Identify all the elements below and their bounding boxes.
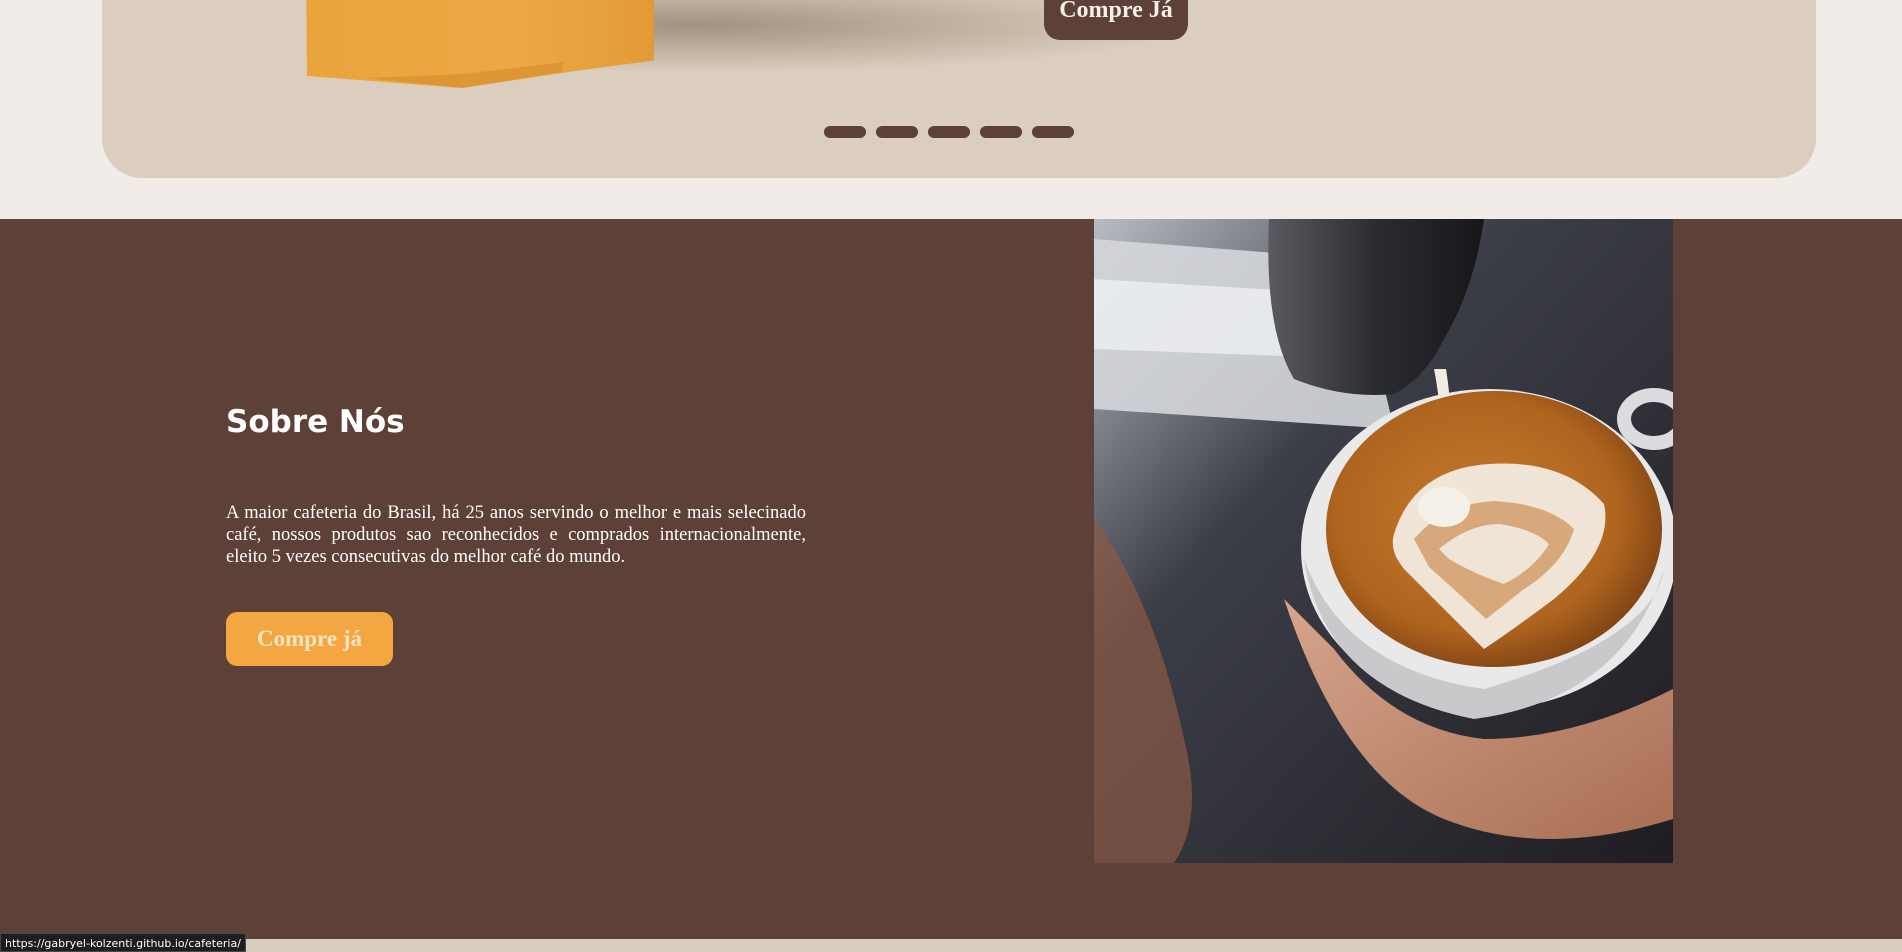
footer-strip bbox=[0, 939, 1902, 952]
about-title: Sobre Nós bbox=[226, 404, 405, 440]
hero-carousel: Compre Já bbox=[102, 0, 1816, 178]
about-description: A maior cafeteria do Brasil, há 25 anos … bbox=[226, 503, 806, 567]
latte-art-image bbox=[1094, 219, 1673, 863]
carousel-dot[interactable] bbox=[876, 126, 918, 138]
hero-buy-button[interactable]: Compre Já bbox=[1044, 0, 1188, 40]
page: Compre Já Sobre Nós A maior cafeteria do… bbox=[0, 0, 1902, 952]
carousel-dot[interactable] bbox=[980, 126, 1022, 138]
latte-art-photo bbox=[1094, 219, 1673, 863]
carousel-dot[interactable] bbox=[824, 126, 866, 138]
status-bar-url: https://gabryel-kolzenti.github.io/cafet… bbox=[0, 933, 246, 952]
about-buy-button[interactable]: Compre já bbox=[226, 612, 393, 666]
carousel-dots bbox=[824, 126, 1074, 138]
carousel-dot[interactable] bbox=[928, 126, 970, 138]
about-section: Sobre Nós A maior cafeteria do Brasil, h… bbox=[0, 219, 1902, 939]
coffee-bag-image bbox=[306, 0, 654, 88]
carousel-dot[interactable] bbox=[1032, 126, 1074, 138]
